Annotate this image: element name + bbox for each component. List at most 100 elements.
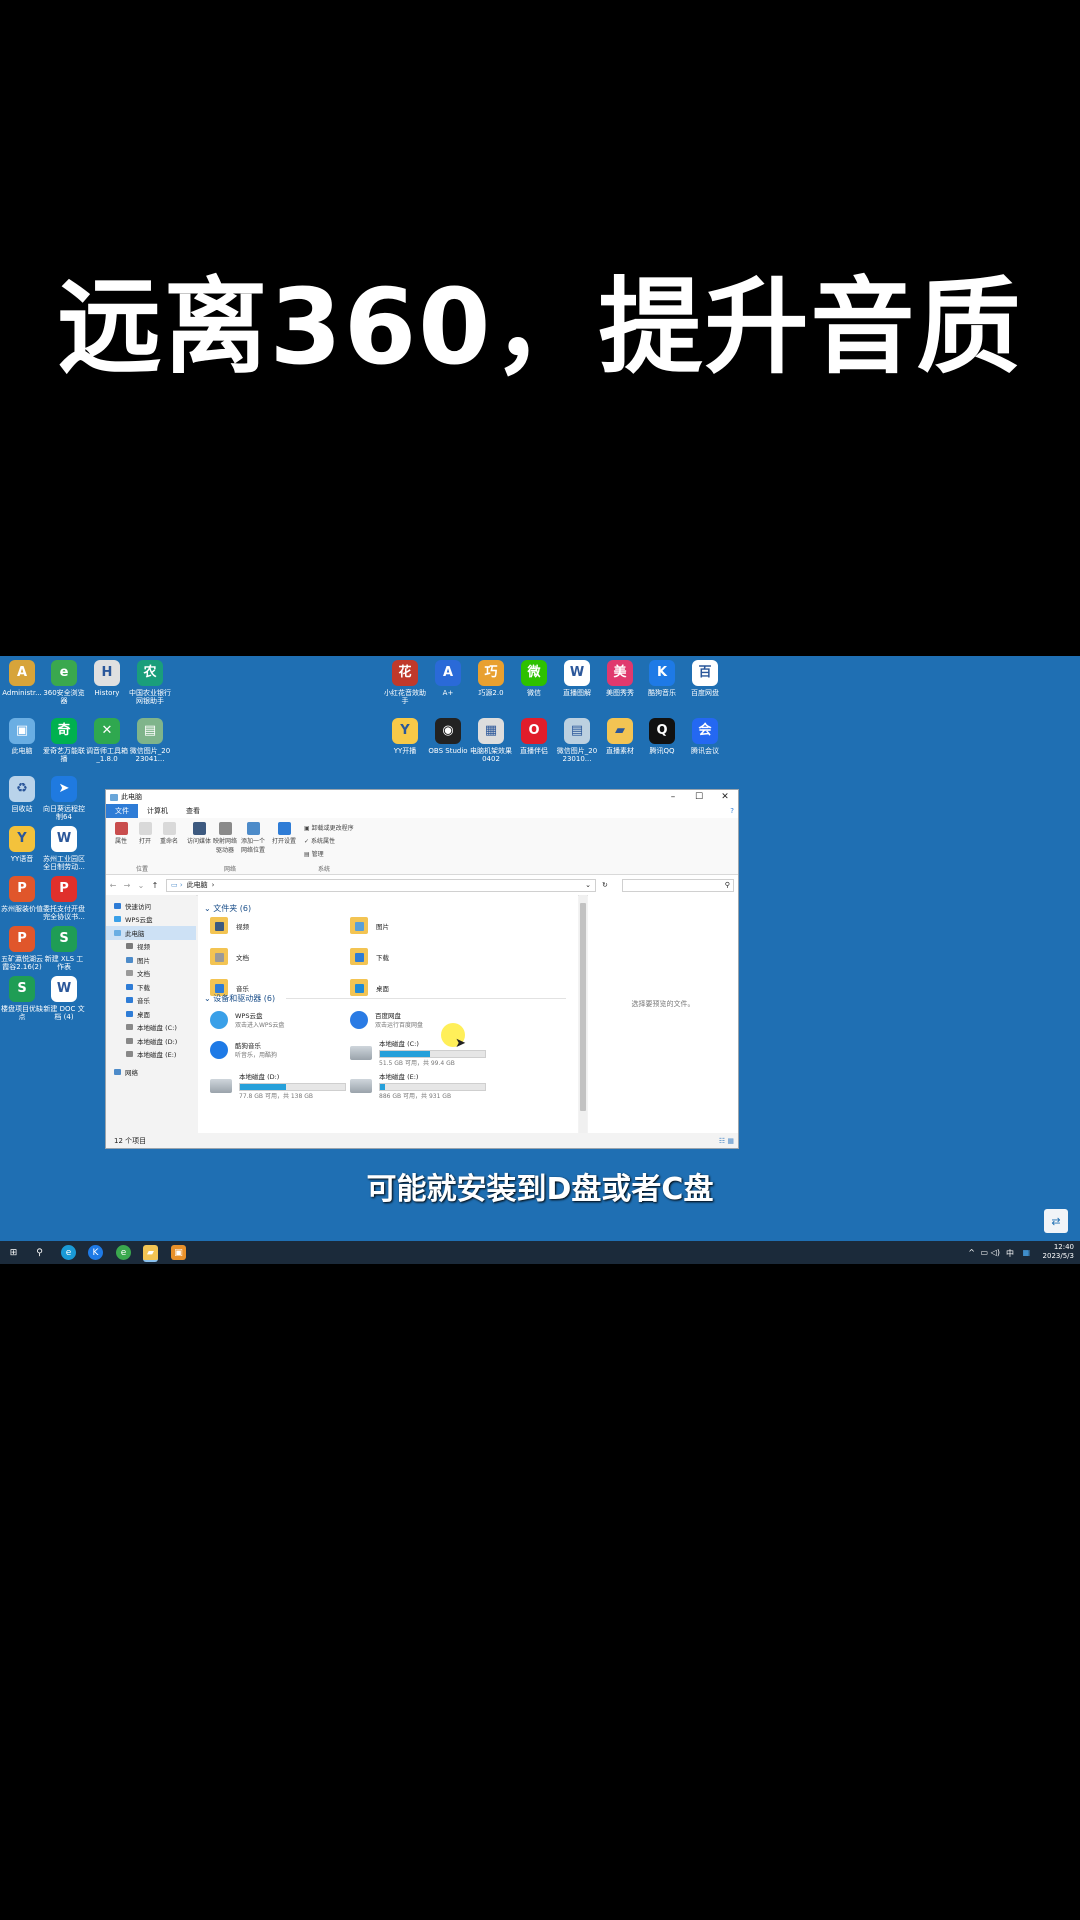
search-input[interactable]: ⚲ bbox=[621, 878, 734, 892]
up-arrow-icon[interactable]: ↑ bbox=[148, 881, 162, 890]
notification-app-icon[interactable]: ⇄ bbox=[1044, 1209, 1068, 1233]
desktop-icon[interactable]: e 360安全浏览器 bbox=[42, 660, 86, 705]
desktop-icon[interactable]: H History bbox=[85, 660, 129, 697]
desktop-icon[interactable]: A A+ bbox=[426, 660, 470, 697]
nav-item[interactable]: 桌面 bbox=[106, 1007, 196, 1021]
desktop-icon[interactable]: P 五矿瀛悦湖云霞谷2.16(2) bbox=[0, 926, 44, 971]
network-icon[interactable]: ▭ bbox=[980, 1248, 988, 1257]
folder-item[interactable]: 文档 bbox=[210, 948, 249, 965]
nav-item[interactable]: 音乐 bbox=[106, 994, 196, 1008]
device-item[interactable]: 百度网盘 双击运行百度网盘 bbox=[350, 1010, 423, 1029]
folder-item[interactable]: 桌面 bbox=[350, 979, 389, 996]
app-icon[interactable]: ▣ bbox=[171, 1245, 186, 1260]
manage-item[interactable]: ▤ 管理 bbox=[304, 848, 354, 861]
minimize-button[interactable]: – bbox=[660, 790, 686, 804]
access-media-button[interactable]: 访问媒体 bbox=[186, 820, 212, 845]
desktop-icon[interactable]: W 新建 DOC 文档 (4) bbox=[42, 976, 86, 1021]
nav-item[interactable]: 下载 bbox=[106, 980, 196, 994]
desktop-icon[interactable]: O 直播伴侣 bbox=[512, 718, 556, 755]
desktop-icon[interactable]: S 楼盘项目优缺点 bbox=[0, 976, 44, 1021]
desktop-icon[interactable]: ◉ OBS Studio bbox=[426, 718, 470, 755]
tray-app-icon[interactable]: ▦ bbox=[1022, 1248, 1030, 1257]
close-button[interactable]: ✕ bbox=[712, 790, 738, 804]
nav-item[interactable]: 图片 bbox=[106, 953, 196, 967]
edge-icon[interactable]: e bbox=[61, 1245, 76, 1260]
nav-item[interactable]: 快速访问 bbox=[106, 899, 196, 913]
ime-indicator[interactable]: 中 bbox=[1006, 1248, 1014, 1259]
uninstall-program-item[interactable]: ▣ 卸载或更改程序 bbox=[304, 822, 354, 835]
folders-section-header[interactable]: ⌄ 文件夹 (6) bbox=[204, 903, 251, 914]
desktop-icon[interactable]: ▣ 此电脑 bbox=[0, 718, 44, 755]
desktop-icon[interactable]: ▤ 微信图片_2023010... bbox=[555, 718, 599, 763]
rename-button[interactable]: 重命名 bbox=[156, 820, 182, 845]
desktop-icon[interactable]: ▤ 微信图片_2023041... bbox=[128, 718, 172, 763]
recent-chevron-icon[interactable]: ⌄ bbox=[134, 881, 148, 890]
devices-section-header[interactable]: ⌄ 设备和驱动器 (6) bbox=[204, 993, 275, 1004]
desktop-icon[interactable]: ♻ 回收站 bbox=[0, 776, 44, 813]
desktop-icon[interactable]: P 苏州服装价值 bbox=[0, 876, 44, 913]
desktop-icon[interactable]: 美美图秀秀 bbox=[598, 660, 642, 697]
desktop-icon[interactable]: 花小红花音效助手 bbox=[383, 660, 427, 705]
refresh-icon[interactable]: ↻ bbox=[602, 881, 608, 889]
add-network-location-button[interactable]: 添加一个网络位置 bbox=[240, 820, 266, 854]
desktop-icon[interactable]: 巧巧源2.0 bbox=[469, 660, 513, 697]
desktop-icon[interactable]: 微微信 bbox=[512, 660, 556, 697]
nav-item[interactable]: 视频 bbox=[106, 940, 196, 954]
open-settings-button[interactable]: 打开设置 bbox=[271, 820, 297, 845]
desktop-icon[interactable]: A Administr... bbox=[0, 660, 44, 697]
scrollbar[interactable] bbox=[579, 895, 587, 1133]
nav-item[interactable]: 网络 bbox=[106, 1065, 196, 1079]
properties-button[interactable]: 属性 bbox=[108, 820, 134, 845]
start-button-icon[interactable]: ⊞ bbox=[6, 1245, 21, 1260]
scrollbar-thumb[interactable] bbox=[580, 903, 586, 1111]
open-button[interactable]: 打开 bbox=[132, 820, 158, 845]
desktop-icon[interactable]: 农中国农业银行网银助手 bbox=[128, 660, 172, 705]
kugou-icon[interactable]: K bbox=[88, 1245, 103, 1260]
clock[interactable]: 12:40 2023/5/3 bbox=[1043, 1243, 1074, 1261]
desktop-icon[interactable]: 百百度网盘 bbox=[683, 660, 727, 697]
desktop-icon[interactable]: K 酷狗音乐 bbox=[640, 660, 684, 697]
nav-item[interactable]: 本地磁盘 (C:) bbox=[106, 1021, 196, 1035]
desktop-icon[interactable]: 奇爱奇艺万能联播 bbox=[42, 718, 86, 763]
desktop-icon[interactable]: W 直播图解 bbox=[555, 660, 599, 697]
nav-item[interactable]: 本地磁盘 (E:) bbox=[106, 1048, 196, 1062]
nav-item[interactable]: WPS云盘 bbox=[106, 913, 196, 927]
desktop-icon[interactable]: Y YY语音 bbox=[0, 826, 44, 863]
nav-item[interactable]: 本地磁盘 (D:) bbox=[106, 1034, 196, 1048]
maximize-button[interactable]: ☐ bbox=[686, 790, 712, 804]
browser-360-icon[interactable]: e bbox=[116, 1245, 131, 1260]
file-explorer-icon[interactable]: ▰ bbox=[143, 1245, 158, 1262]
desktop-icon[interactable]: ✕ 调音师工具箱_1.8.0 bbox=[85, 718, 129, 763]
folder-item[interactable]: 图片 bbox=[350, 917, 389, 934]
tab-computer[interactable]: 计算机 bbox=[138, 804, 177, 818]
forward-arrow-icon[interactable]: → bbox=[120, 881, 134, 890]
volume-icon[interactable]: ◁) bbox=[991, 1248, 1000, 1257]
desktop-icon[interactable]: Q 腾讯QQ bbox=[640, 718, 684, 755]
address-bar[interactable]: ▭ › 此电脑 › ⌄ bbox=[166, 878, 596, 892]
device-item[interactable]: 酷狗音乐 听音乐，用酷狗 bbox=[210, 1040, 277, 1059]
desktop-icon[interactable]: P 委托支付开盘完全协议书... bbox=[42, 876, 86, 921]
folder-item[interactable]: 视频 bbox=[210, 917, 249, 934]
device-item[interactable]: WPS云盘 双击进入WPS云盘 bbox=[210, 1010, 284, 1029]
desktop-icon[interactable]: ▰ 直播素材 bbox=[598, 718, 642, 755]
drive-item[interactable]: 本地磁盘 (D:) 77.8 GB 可用，共 138 GB bbox=[210, 1071, 346, 1100]
desktop-icon[interactable]: W 苏州工业园区全日制劳动... bbox=[42, 826, 86, 871]
tray-chevron-icon[interactable]: ^ bbox=[968, 1248, 975, 1257]
help-icon[interactable]: ? bbox=[730, 804, 734, 818]
tab-view[interactable]: 查看 bbox=[177, 804, 209, 818]
map-drive-button[interactable]: 映射网络驱动器 bbox=[212, 820, 238, 854]
search-icon[interactable]: ⚲ bbox=[32, 1245, 47, 1260]
desktop-icon[interactable]: 会腾讯会议 bbox=[683, 718, 727, 755]
tab-file[interactable]: 文件 bbox=[106, 804, 138, 818]
desktop-icon[interactable]: ▦ 电脑机架效果0402 bbox=[469, 718, 513, 763]
nav-item[interactable]: 此电脑 bbox=[106, 926, 196, 940]
desktop-icon[interactable]: S 新建 XLS 工作表 bbox=[42, 926, 86, 971]
folder-item[interactable]: 下载 bbox=[350, 948, 389, 965]
drive-item[interactable]: 本地磁盘 (E:) 886 GB 可用，共 931 GB bbox=[350, 1071, 486, 1100]
system-properties-item[interactable]: ✓ 系统属性 bbox=[304, 835, 354, 848]
back-arrow-icon[interactable]: ← bbox=[106, 881, 120, 890]
nav-item[interactable]: 文档 bbox=[106, 967, 196, 981]
view-toggle-icon[interactable]: ☷ ▦ bbox=[719, 1134, 734, 1148]
desktop-icon[interactable]: ➤ 向日葵远程控制64 bbox=[42, 776, 86, 821]
address-dropdown-icon[interactable]: ⌄ bbox=[585, 881, 591, 889]
